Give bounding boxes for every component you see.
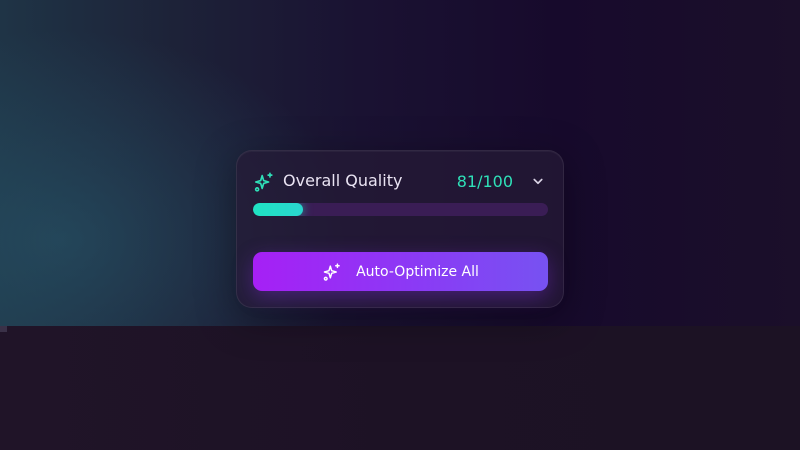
quality-score: 81/100: [456, 172, 513, 191]
auto-optimize-button[interactable]: Auto-Optimize All: [253, 252, 548, 291]
quality-progress-bar: [253, 203, 548, 216]
auto-optimize-label: Auto-Optimize All: [356, 263, 479, 280]
background-lower: [0, 326, 800, 450]
edge-marker: [0, 326, 7, 332]
sparkle-icon: [323, 262, 340, 281]
chevron-down-icon[interactable]: [529, 172, 547, 190]
quality-header[interactable]: Overall Quality 81/100: [253, 169, 549, 195]
quality-progress-fill: [253, 203, 304, 216]
sparkle-icon: [254, 172, 273, 192]
quality-panel: Overall Quality 81/100 Auto-Optimize All: [236, 150, 564, 308]
quality-title: Overall Quality: [283, 171, 403, 190]
